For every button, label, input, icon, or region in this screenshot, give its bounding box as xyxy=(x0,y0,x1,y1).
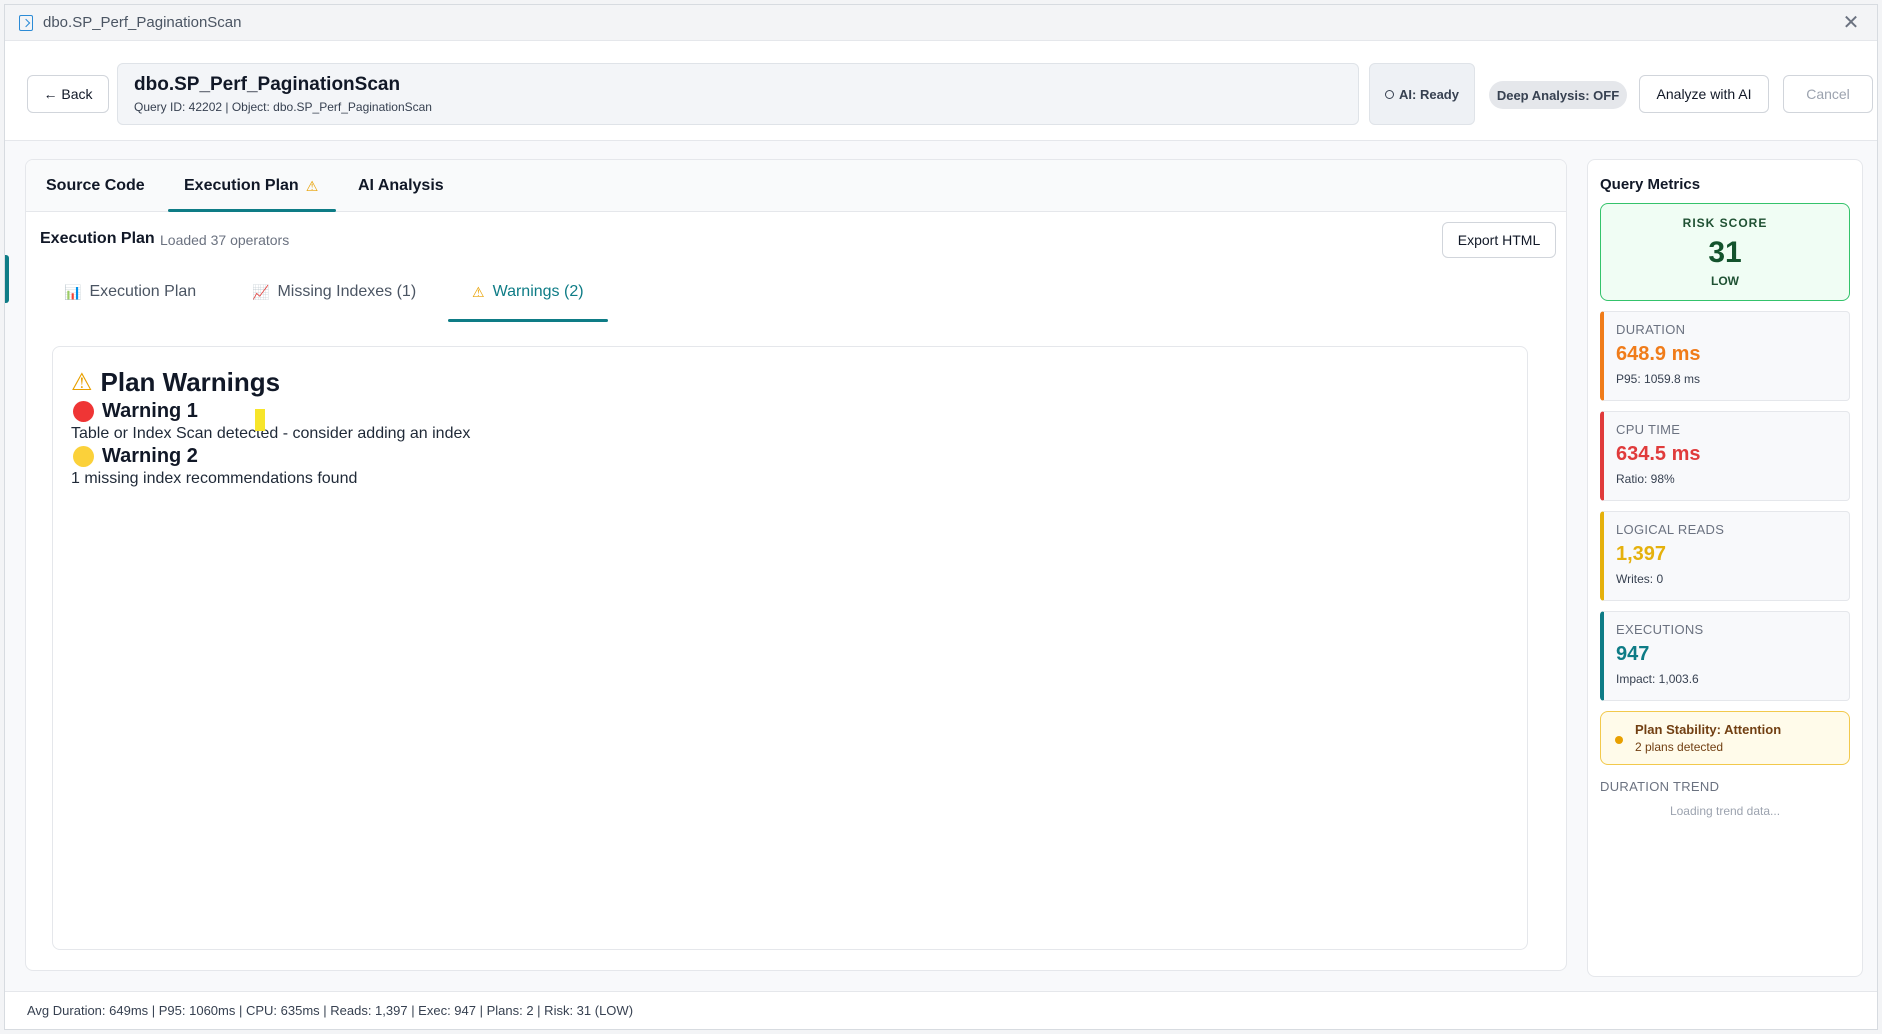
metric-sub: Writes: 0 xyxy=(1616,572,1664,586)
tab-label: Source Code xyxy=(46,177,145,194)
window-title: dbo.SP_Perf_PaginationScan xyxy=(43,14,242,31)
cancel-button[interactable]: Cancel xyxy=(1783,75,1873,113)
main-tab-bar: Source Code Execution Plan ⚠ AI Analysis xyxy=(26,160,1566,212)
plan-toolbar: Execution Plan Loaded 37 operators Expor… xyxy=(26,212,1566,262)
warnings-content: ⚠ Plan Warnings Warning 1 Table or Index… xyxy=(52,346,1528,950)
red-circle-icon xyxy=(73,401,94,422)
analyze-with-ai-button[interactable]: Analyze with AI xyxy=(1639,75,1769,113)
left-edge-accent xyxy=(5,255,9,303)
title-bar: dbo.SP_Perf_PaginationScan ✕ xyxy=(5,5,1877,41)
warning-1-text: Table or Index Scan detected - consider … xyxy=(71,425,471,442)
risk-level: LOW xyxy=(1711,274,1739,288)
warnings-heading: ⚠ Plan Warnings xyxy=(71,367,1509,398)
warning-icon: ⚠ xyxy=(71,369,93,396)
duration-card: DURATION 648.9 ms P95: 1059.8 ms xyxy=(1600,311,1850,401)
cpu-time-card: CPU TIME 634.5 ms Ratio: 98% xyxy=(1600,411,1850,501)
ai-status-text: AI: Ready xyxy=(1399,86,1459,102)
subtab-warnings[interactable]: ⚠ Warnings (2) xyxy=(448,272,607,322)
tab-execution-plan[interactable]: Execution Plan ⚠ xyxy=(167,160,337,212)
deep-analysis-toggle[interactable]: Deep Analysis: OFF xyxy=(1489,81,1627,109)
back-button[interactable]: ← Back xyxy=(27,75,109,113)
query-metrics-panel: Query Metrics RISK SCORE 31 LOW DURATION… xyxy=(1587,159,1863,977)
main-panel: Source Code Execution Plan ⚠ AI Analysis… xyxy=(25,159,1567,971)
metric-value: 947 xyxy=(1616,643,1650,665)
warnings-title: Plan Warnings xyxy=(100,367,281,397)
subtab-execution-plan[interactable]: 📊 Execution Plan xyxy=(64,272,196,312)
tab-ai-analysis[interactable]: AI Analysis xyxy=(358,160,444,212)
warning-title-text: Warning 1 xyxy=(102,400,198,422)
metric-value: 634.5 ms xyxy=(1616,443,1701,465)
warning-icon: ⚠ xyxy=(472,283,485,300)
app-window: dbo.SP_Perf_PaginationScan ✕ ← Back dbo.… xyxy=(4,4,1878,1030)
tab-source-code[interactable]: Source Code xyxy=(46,160,145,212)
metric-label: DURATION xyxy=(1616,322,1686,337)
risk-score-value: 31 xyxy=(1708,236,1742,269)
subtab-label: Warnings (2) xyxy=(492,283,584,300)
close-icon[interactable]: ✕ xyxy=(1839,11,1863,35)
subtab-label: Missing Indexes (1) xyxy=(277,283,417,300)
subtab-missing-indexes[interactable]: 📈 Missing Indexes (1) xyxy=(252,272,416,312)
status-bar: Avg Duration: 649ms | P95: 1060ms | CPU:… xyxy=(5,991,1877,1029)
query-subtitle: Query ID: 42202 | Object: dbo.SP_Perf_Pa… xyxy=(134,100,432,114)
warning-title-text: Warning 2 xyxy=(102,445,198,467)
metric-label: EXECUTIONS xyxy=(1616,622,1704,637)
ai-status-badge: AI: Ready xyxy=(1369,63,1475,125)
metric-label: LOGICAL READS xyxy=(1616,522,1725,537)
tab-label: Execution Plan xyxy=(184,177,299,194)
chart-icon: 📊 xyxy=(64,283,82,300)
metric-value: 1,397 xyxy=(1616,543,1667,565)
plan-section-title: Execution Plan xyxy=(40,230,155,247)
logical-reads-card: LOGICAL READS 1,397 Writes: 0 xyxy=(1600,511,1850,601)
header: ← Back dbo.SP_Perf_PaginationScan Query … xyxy=(5,41,1877,141)
plan-status-text: Loaded 37 operators xyxy=(160,232,290,248)
subtab-label: Execution Plan xyxy=(89,283,197,300)
warning-1-title: Warning 1 xyxy=(71,400,1509,423)
attention-dot-icon xyxy=(1615,736,1623,744)
yellow-circle-icon xyxy=(73,446,94,467)
warning-2-text: 1 missing index recommendations found xyxy=(71,470,358,487)
text-cursor-highlight xyxy=(255,409,265,431)
query-name: dbo.SP_Perf_PaginationScan xyxy=(134,74,401,95)
metric-label: CPU TIME xyxy=(1616,422,1681,437)
export-html-button[interactable]: Export HTML xyxy=(1442,222,1556,258)
tab-label: AI Analysis xyxy=(358,177,444,194)
risk-score-label: RISK SCORE xyxy=(1682,216,1768,230)
metric-sub: P95: 1059.8 ms xyxy=(1616,372,1701,386)
risk-score-card: RISK SCORE 31 LOW xyxy=(1600,203,1850,301)
plan-stability-card: Plan Stability: Attention 2 plans detect… xyxy=(1600,711,1850,765)
warning-icon: ⚠ xyxy=(305,177,319,194)
status-circle-icon xyxy=(1385,89,1395,99)
trend-icon: 📈 xyxy=(252,283,270,300)
executions-card: EXECUTIONS 947 Impact: 1,003.6 xyxy=(1600,611,1850,701)
duration-trend-label: DURATION TREND xyxy=(1600,779,1720,794)
stability-sub: 2 plans detected xyxy=(1635,740,1724,754)
stability-title: Plan Stability: Attention xyxy=(1635,722,1782,737)
metric-sub: Ratio: 98% xyxy=(1616,472,1675,486)
metrics-title: Query Metrics xyxy=(1600,176,1701,193)
plan-sub-tab-bar: 📊 Execution Plan 📈 Missing Indexes (1) ⚠… xyxy=(26,262,1566,324)
app-icon xyxy=(19,14,33,31)
warning-2-title: Warning 2 xyxy=(71,445,1509,468)
query-title-box: dbo.SP_Perf_PaginationScan Query ID: 422… xyxy=(117,63,1359,125)
trend-loading-text: Loading trend data... xyxy=(1669,804,1781,818)
metric-value: 648.9 ms xyxy=(1616,343,1701,365)
metric-sub: Impact: 1,003.6 xyxy=(1616,672,1699,686)
